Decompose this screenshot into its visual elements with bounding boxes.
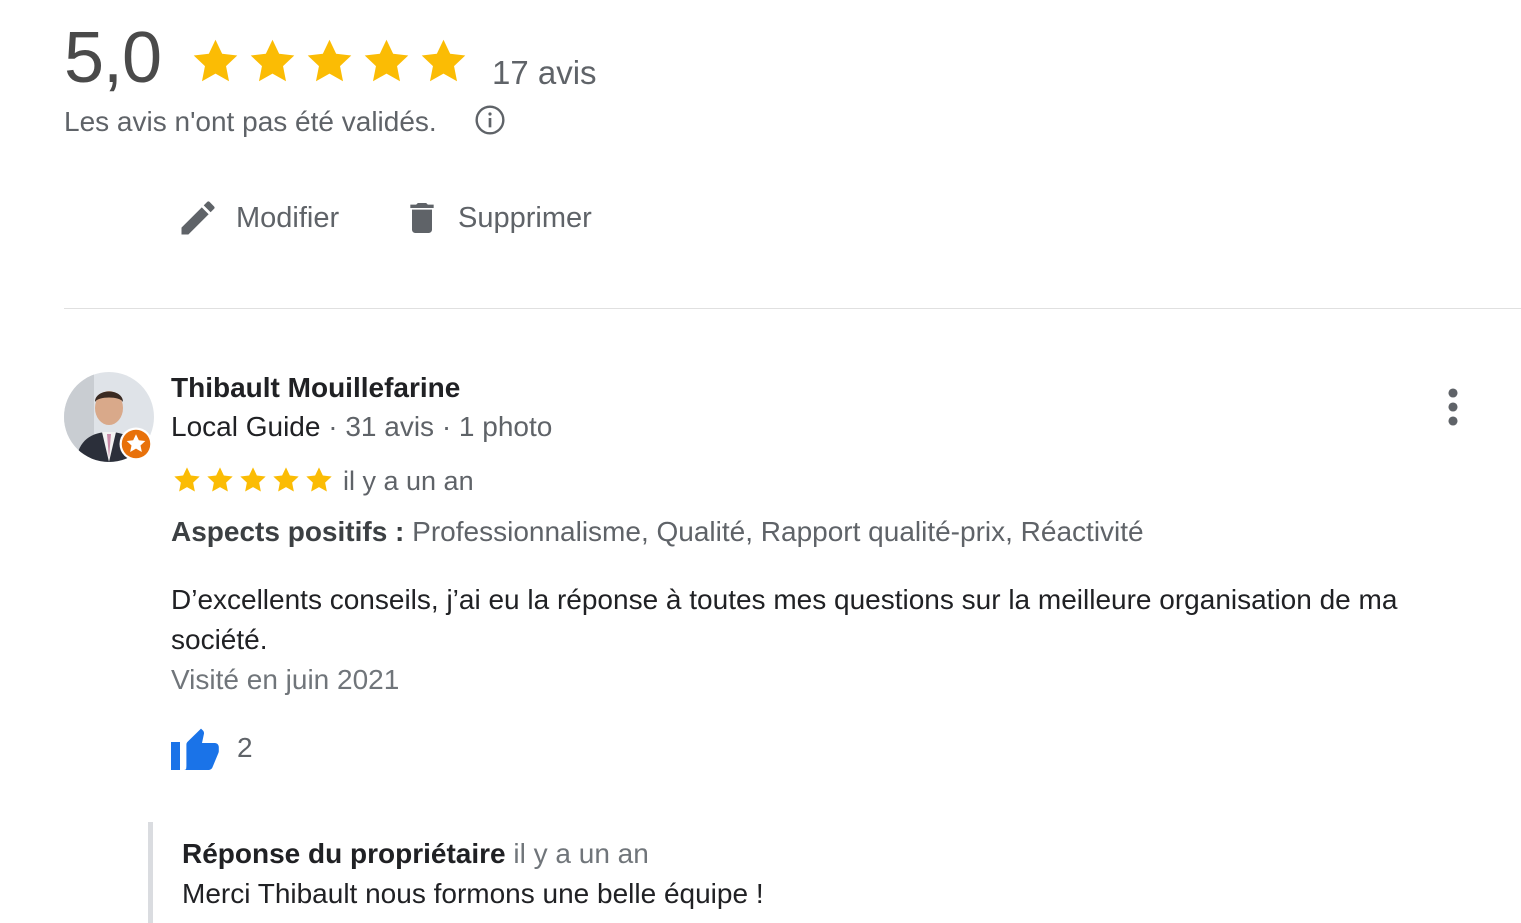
delete-label: Supprimer xyxy=(458,201,592,234)
author-stats: · 31 avis · 1 photo xyxy=(320,411,553,442)
unverified-disclaimer: Les avis n'ont pas été validés. xyxy=(64,106,437,137)
owner-reply-text: Merci Thibault nous formons une belle éq… xyxy=(182,878,764,909)
like-button[interactable]: 2 xyxy=(171,724,253,772)
star-icon xyxy=(250,39,295,82)
owner-reply-header: Réponse du propriétaire il y a un an xyxy=(182,838,649,870)
more-vert-icon[interactable] xyxy=(1440,386,1466,428)
visit-date: Visité en juin 2021 xyxy=(171,664,400,695)
overall-stars xyxy=(188,34,471,89)
local-guide-badge-icon xyxy=(119,427,153,461)
star-icon xyxy=(207,467,233,492)
star-icon xyxy=(307,39,352,82)
aspects-label: Aspects positifs : xyxy=(171,516,405,547)
star-icon xyxy=(273,467,299,492)
owner-reply-time: il y a un an xyxy=(513,838,649,869)
review-time: il y a un an xyxy=(343,466,474,496)
like-count: 2 xyxy=(237,732,253,763)
overall-rating: 5,0 xyxy=(64,18,162,98)
pencil-icon xyxy=(181,201,215,235)
owner-reply-label: Réponse du propriétaire xyxy=(182,838,506,869)
thumbs-up-icon xyxy=(171,728,219,770)
positive-aspects: Aspects positifs : Professionnalisme, Qu… xyxy=(171,516,1144,548)
divider xyxy=(64,308,1521,309)
author-meta: Local Guide · 31 avis · 1 photo xyxy=(171,411,552,443)
star-icon xyxy=(421,39,466,82)
delete-review-button[interactable]: Supprimer xyxy=(402,196,592,240)
review-author[interactable]: Thibault Mouillefarine xyxy=(171,372,460,404)
aspects-values: Professionnalisme, Qualité, Rapport qual… xyxy=(404,516,1144,547)
review-text: D’excellents conseils, j’ai eu la répons… xyxy=(171,584,1398,655)
star-icon xyxy=(364,39,409,82)
author-level: Local Guide xyxy=(171,411,321,442)
review-stars xyxy=(171,464,335,496)
reply-border xyxy=(148,822,153,923)
star-icon xyxy=(306,467,332,492)
edit-review-button[interactable]: Modifier xyxy=(176,196,339,240)
edit-label: Modifier xyxy=(236,201,340,234)
star-icon xyxy=(174,467,200,492)
star-icon xyxy=(240,467,266,492)
review-count[interactable]: 17 avis xyxy=(492,54,597,92)
info-icon[interactable] xyxy=(474,104,506,136)
trash-icon xyxy=(410,203,434,233)
star-icon xyxy=(193,39,238,82)
